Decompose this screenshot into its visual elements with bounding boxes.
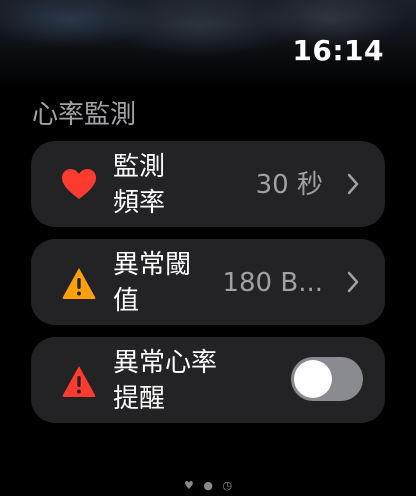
chevron-right-icon xyxy=(347,173,359,195)
row-monitor-frequency[interactable]: 監測 頻率 30 秒 xyxy=(31,141,385,227)
alert-toggle[interactable] xyxy=(291,357,363,401)
status-time: 16:14 xyxy=(292,34,384,67)
row-abnormal-alert[interactable]: 異常心率 提醒 xyxy=(31,337,385,423)
warning-icon xyxy=(62,268,96,299)
person-icon: ● xyxy=(203,479,213,492)
row-value: 180 B... xyxy=(222,268,323,298)
row-label: 異常心率 提醒 xyxy=(113,348,218,414)
warning-icon xyxy=(62,366,96,397)
heart-icon: ♥ xyxy=(183,479,194,492)
row-value: 30 秒 xyxy=(255,170,323,200)
row-abnormal-threshold[interactable]: 異常閾 值 180 B... xyxy=(31,239,385,325)
section-title: 心率監測 xyxy=(32,100,137,130)
chevron-right-icon xyxy=(347,271,359,293)
heart-icon xyxy=(62,169,96,199)
row-label: 異常閾 值 xyxy=(113,250,192,316)
gauge-icon: ◷ xyxy=(222,479,233,492)
row-label: 監測 頻率 xyxy=(113,152,166,218)
page-indicator: ♥ ● ◷ xyxy=(0,479,416,492)
toggle-knob xyxy=(294,360,332,398)
